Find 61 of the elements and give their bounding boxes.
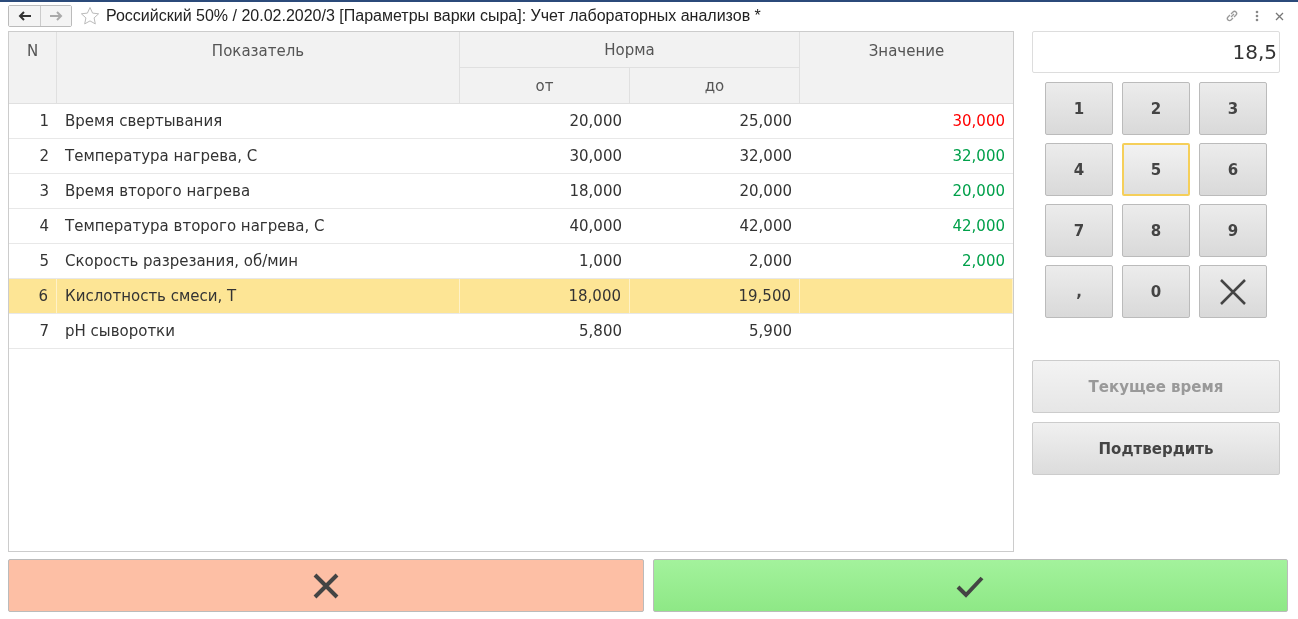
table-cell[interactable]: 5,800	[460, 314, 630, 349]
close-icon	[311, 571, 340, 600]
column-header: Значение	[800, 32, 1013, 104]
table-cell[interactable]: 6	[9, 279, 57, 314]
table-cell[interactable]: Время второго нагрева	[57, 174, 460, 209]
key-button[interactable]: 6	[1199, 143, 1267, 196]
column-header: N	[9, 32, 57, 104]
table-cell[interactable]: 40,000	[460, 209, 630, 244]
action-button[interactable]: Подтвердить	[1032, 422, 1280, 475]
table-cell[interactable]: Время свертывания	[57, 104, 460, 139]
table-cell[interactable]: 32,000	[630, 139, 800, 174]
key-button[interactable]: 5	[1122, 143, 1190, 196]
table-cell[interactable]: 20,000	[460, 104, 630, 139]
column-header: от	[460, 68, 630, 104]
table-cell[interactable]: 20,000	[800, 174, 1013, 209]
key-button[interactable]: 2	[1122, 82, 1190, 135]
table-cell[interactable]: Температура нагрева, С	[57, 139, 460, 174]
table-cell[interactable]: 42,000	[800, 209, 1013, 244]
cancel-button[interactable]	[8, 559, 644, 612]
table-cell[interactable]: 32,000	[800, 139, 1013, 174]
table-cell[interactable]: 1	[9, 104, 57, 139]
column-header: Норма	[460, 32, 800, 68]
table-cell[interactable]: Температура второго нагрева, С	[57, 209, 460, 244]
table-cell[interactable]: 20,000	[630, 174, 800, 209]
window-title: Российский 50% / 20.02.2020/3 [Параметры варки сыра]: Учет лабораторных анализов *	[106, 7, 762, 25]
left-arrow-icon	[17, 11, 32, 21]
more-icon[interactable]	[1255, 10, 1259, 22]
column-header: Показатель	[57, 32, 460, 104]
table-cell[interactable]: 30,000	[460, 139, 630, 174]
link-icon[interactable]	[1225, 9, 1239, 23]
number-display: 18,5	[1032, 31, 1280, 73]
key-button[interactable]: ,	[1045, 265, 1113, 318]
table-cell[interactable]	[800, 279, 1013, 314]
key-button[interactable]: 3	[1199, 82, 1267, 135]
key-button[interactable]: 7	[1045, 204, 1113, 257]
key-button[interactable]: 8	[1122, 204, 1190, 257]
table-cell[interactable]: 19,500	[630, 279, 800, 314]
table-cell[interactable]: 3	[9, 174, 57, 209]
clear-button[interactable]	[1199, 265, 1267, 318]
close-icon[interactable]	[1275, 11, 1284, 21]
table-cell[interactable]: 2	[9, 139, 57, 174]
table-cell[interactable]: 4	[9, 209, 57, 244]
table-cell[interactable]: 18,000	[460, 279, 630, 314]
table-cell[interactable]: 42,000	[630, 209, 800, 244]
table-cell[interactable]: 30,000	[800, 104, 1013, 139]
confirm-button[interactable]	[652, 559, 1288, 612]
close-icon	[1219, 277, 1247, 306]
right-arrow-icon	[49, 11, 63, 21]
table-cell[interactable]: 25,000	[630, 104, 800, 139]
key-button[interactable]: 9	[1199, 204, 1267, 257]
table-cell[interactable]: pH сыворотки	[57, 314, 460, 349]
key-button[interactable]: 0	[1122, 265, 1190, 318]
back-button[interactable]	[9, 6, 40, 26]
table-cell[interactable]: Кислотность смеси, Т	[57, 279, 460, 314]
table-cell[interactable]: 18,000	[460, 174, 630, 209]
column-header: до	[630, 68, 800, 104]
star-icon[interactable]	[80, 6, 100, 26]
table-cell[interactable]: 5,900	[630, 314, 800, 349]
key-button[interactable]: 4	[1045, 143, 1113, 196]
key-button[interactable]: 1	[1045, 82, 1113, 135]
table-cell[interactable]: 7	[9, 314, 57, 349]
